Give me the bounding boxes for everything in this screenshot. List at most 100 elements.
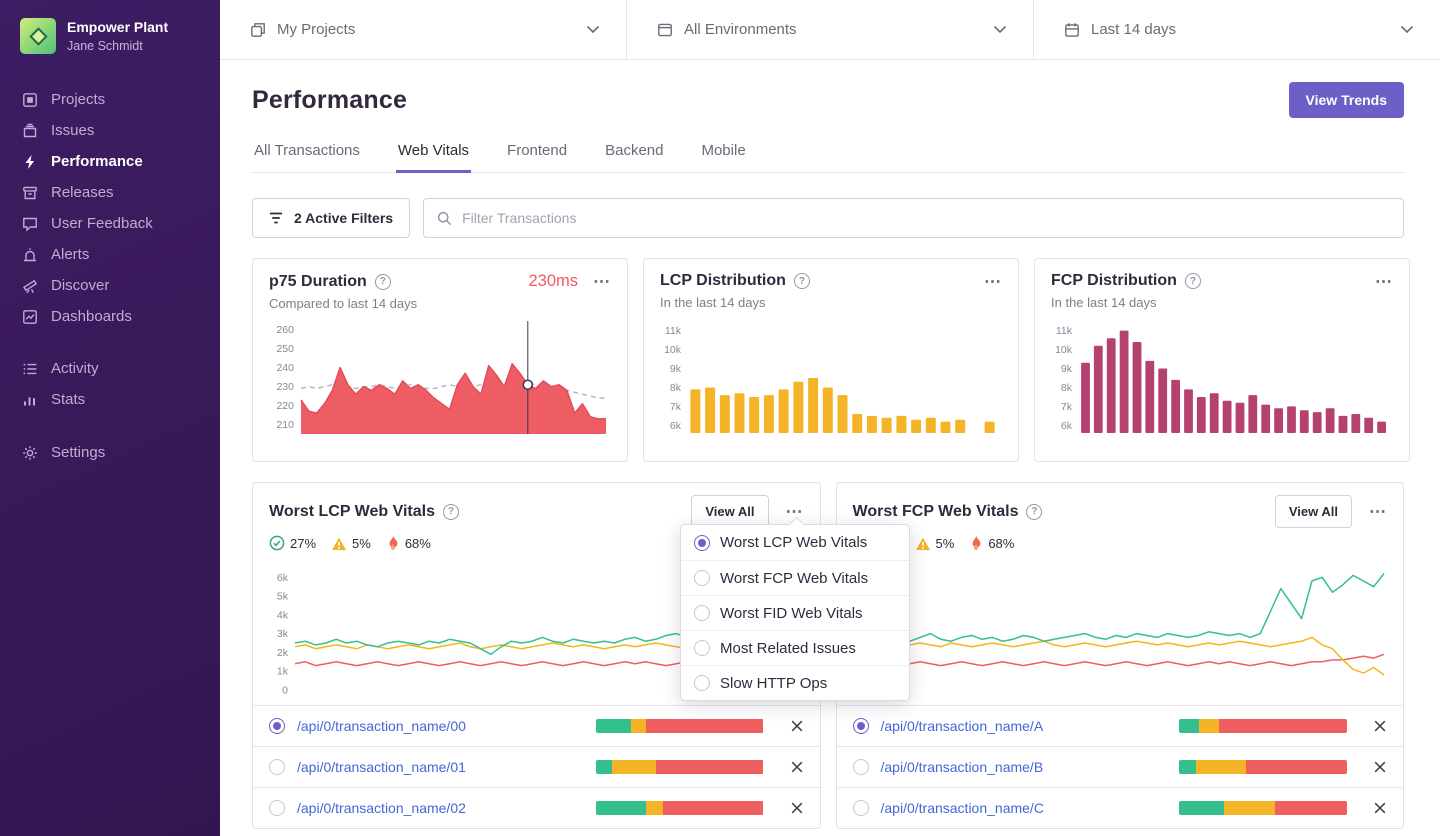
close-icon[interactable] [790,719,804,733]
svg-text:11k: 11k [1056,325,1073,337]
sidebar-item-label: Issues [51,122,95,139]
sidebar-item-projects[interactable]: Projects [0,84,220,115]
chevron-down-icon [1400,25,1414,34]
close-icon[interactable] [1373,801,1387,815]
p75-duration-chart[interactable]: 210 220 230 240 250 260 [269,317,611,443]
sidebar-item-discover[interactable]: Discover [0,270,220,301]
row-radio[interactable] [269,718,285,734]
menu-item-slow-http-ops[interactable]: Slow HTTP Ops [681,665,909,700]
row-radio[interactable] [852,759,869,775]
svg-text:4k: 4k [277,609,289,621]
project-filter-dropdown[interactable]: My Projects [220,0,626,59]
vitals-selector-menu: Worst LCP Web Vitals Worst FCP Web Vital… [680,524,910,701]
sidebar-item-dashboards[interactable]: Dashboards [0,301,220,332]
filter-icon [270,212,282,224]
close-icon[interactable] [790,801,804,815]
alerts-icon [21,247,39,263]
user-name: Jane Schmidt [67,38,143,53]
card-title: Worst LCP Web Vitals [269,502,435,520]
search-box [423,198,1404,238]
card-subtitle: Compared to last 14 days [269,296,418,311]
sidebar-item-alerts[interactable]: Alerts [0,239,220,270]
svg-text:8k: 8k [670,382,682,394]
tab-all-transactions[interactable]: All Transactions [252,132,362,173]
menu-item-most-related-issues[interactable]: Most Related Issues [681,630,909,665]
transaction-link[interactable]: /api/0/transaction_name/00 [297,718,466,734]
sidebar-item-user-feedback[interactable]: User Feedback [0,208,220,239]
transaction-link[interactable]: /api/0/transaction_name/C [881,800,1044,816]
tab-frontend[interactable]: Frontend [505,132,569,173]
issues-icon [21,123,39,139]
overflow-menu-button[interactable]: ⋯ [593,273,611,290]
content: Performance View Trends All Transactions… [220,60,1440,836]
main-area: My Projects All Environments Last 14 day… [220,0,1440,836]
svg-text:230: 230 [276,381,294,393]
poor-fire-icon [972,535,981,550]
org-switcher[interactable]: Empower Plant Jane Schmidt [0,14,220,58]
poor-fire-icon [389,535,398,550]
fcp-distribution-chart[interactable]: 6k 7k 8k 9k 10k 11k [1051,316,1393,442]
sidebar-item-issues[interactable]: Issues [0,115,220,146]
menu-radio[interactable] [694,675,710,691]
sidebar-item-performance[interactable]: Performance [0,146,220,177]
active-filters-button[interactable]: 2 Active Filters [252,198,411,238]
menu-item-worst-lcp[interactable]: Worst LCP Web Vitals [681,525,909,560]
transaction-link[interactable]: /api/0/transaction_name/02 [297,800,466,816]
close-icon[interactable] [790,760,804,774]
overflow-menu-button[interactable]: ⋯ [1375,273,1393,290]
p75-duration-value: 230ms [528,272,578,290]
tab-backend[interactable]: Backend [603,132,665,173]
help-icon[interactable]: ? [1026,503,1043,520]
menu-radio[interactable] [694,534,710,551]
transaction-link[interactable]: /api/0/transaction_name/01 [297,759,466,775]
activity-icon [21,361,39,377]
row-radio[interactable] [269,759,285,775]
svg-text:3k: 3k [277,628,289,640]
lcp-distribution-chart[interactable]: 6k 7k 8k 9k 10k 11k [660,316,1002,442]
row-radio[interactable] [852,800,869,816]
row-radio[interactable] [852,718,869,734]
menu-item-worst-fid[interactable]: Worst FID Web Vitals [681,595,909,630]
sidebar-item-stats[interactable]: Stats [0,384,220,415]
sidebar-item-settings[interactable]: Settings [0,437,220,468]
close-icon[interactable] [1373,760,1387,774]
menu-radio[interactable] [694,570,710,586]
transaction-link[interactable]: /api/0/transaction_name/B [881,759,1044,775]
overflow-menu-button[interactable]: ⋯ [984,273,1002,290]
tab-mobile[interactable]: Mobile [699,132,747,173]
sidebar-item-label: Alerts [51,246,90,263]
close-icon[interactable] [1373,719,1387,733]
menu-radio[interactable] [694,605,710,621]
sidebar-item-label: Dashboards [51,308,132,325]
sidebar-item-label: Activity [51,360,99,377]
worst-fcp-vitals-chart[interactable]: 01k2k3k4k5k6k [853,559,1389,699]
help-icon[interactable]: ? [374,273,391,290]
transaction-link[interactable]: /api/0/transaction_name/A [881,718,1044,734]
project-icon [251,22,265,37]
date-range-dropdown[interactable]: Last 14 days [1033,0,1440,59]
menu-radio[interactable] [694,640,710,656]
overflow-menu-button[interactable]: ⋯ [1369,503,1387,520]
vitals-legend: 27% 5% 68% [837,535,1404,551]
search-icon [437,211,452,225]
help-icon[interactable]: ? [442,503,459,520]
svg-text:6k: 6k [277,572,289,584]
menu-item-label: Worst FID Web Vitals [720,604,863,622]
row-radio[interactable] [269,800,285,816]
search-input[interactable] [462,210,1390,226]
svg-text:260: 260 [276,324,294,336]
org-logo-diamond-icon [28,26,48,46]
feedback-icon [21,216,39,232]
sidebar-item-releases[interactable]: Releases [0,177,220,208]
view-all-button[interactable]: View All [1274,495,1352,528]
help-icon[interactable]: ? [1184,273,1201,289]
help-icon[interactable]: ? [793,273,810,289]
sidebar: Empower Plant Jane Schmidt Projects Issu… [0,0,220,836]
menu-item-worst-fcp[interactable]: Worst FCP Web Vitals [681,560,909,595]
sidebar-item-activity[interactable]: Activity [0,353,220,384]
environment-filter-dropdown[interactable]: All Environments [626,0,1033,59]
dashboards-icon [21,309,39,325]
view-trends-button[interactable]: View Trends [1288,82,1404,118]
lcp-distribution-card: LCP Distribution ? ⋯ In the last 14 days… [643,258,1019,462]
tab-web-vitals[interactable]: Web Vitals [395,132,472,173]
